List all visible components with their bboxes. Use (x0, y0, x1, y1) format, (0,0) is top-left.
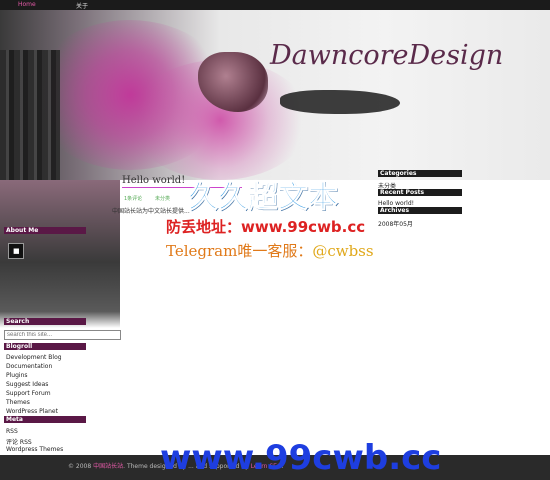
top-nav-bar: Home 关于 (0, 0, 550, 10)
blogroll-link[interactable]: Support Forum (6, 390, 51, 397)
recent-post-link[interactable]: Hello world! (378, 200, 414, 207)
archives-widget-title: Archives (378, 207, 462, 214)
blogroll-link[interactable]: WordPress Planet (6, 408, 58, 415)
site-logo[interactable]: DawncoreDesign (270, 40, 503, 71)
blogroll-link[interactable]: Suggest Ideas (6, 381, 48, 388)
header-banner (0, 10, 550, 180)
watermark-address: 防丢地址：www.99cwb.cc (166, 218, 366, 236)
categories-widget-title: Categories (378, 170, 462, 177)
blogroll-link[interactable]: Documentation (6, 363, 52, 370)
post-category-link[interactable]: 未分类 (155, 195, 170, 202)
footer-site-link[interactable]: 中国站长站 (93, 463, 123, 470)
blogroll-link[interactable]: Development Blog (6, 354, 62, 361)
header-art-splash (280, 90, 400, 114)
post-excerpt: 中国站长站为中文站长提供... (112, 208, 190, 215)
search-input[interactable] (4, 330, 121, 340)
about-widget-title: About Me (4, 227, 86, 234)
avatar-icon: ■ (13, 247, 20, 255)
archive-link[interactable]: 2008年05月 (378, 219, 413, 228)
footer-copyright: © 2008 (68, 463, 92, 470)
header-art-city (0, 50, 60, 180)
nav-home-link[interactable]: Home (18, 1, 36, 8)
watermark-telegram-label: Telegram唯一客服： (166, 242, 313, 260)
search-widget-title: Search (4, 318, 86, 325)
blogroll-link[interactable]: Plugins (6, 372, 28, 379)
meta-widget-title: Meta (4, 416, 86, 423)
blogroll-link[interactable]: Themes (6, 399, 30, 406)
watermark-telegram-handle: @cwbss (312, 242, 374, 260)
post-comments-link[interactable]: 1条评论 (124, 195, 142, 202)
meta-link[interactable]: RSS (6, 428, 18, 435)
watermark-url: www.99cwb.cc (160, 438, 442, 478)
meta-link[interactable]: Wordpress Themes (6, 446, 63, 453)
avatar: ■ (8, 243, 24, 259)
watermark-title: 久久超文本 (188, 180, 339, 216)
recent-posts-widget-title: Recent Posts (378, 189, 462, 196)
blogroll-widget-title: Blogroll (4, 343, 86, 350)
meta-link[interactable]: 评论 RSS (6, 437, 32, 446)
nav-about-link[interactable]: 关于 (76, 1, 88, 10)
watermark-telegram: Telegram唯一客服：@cwbss (166, 240, 374, 261)
